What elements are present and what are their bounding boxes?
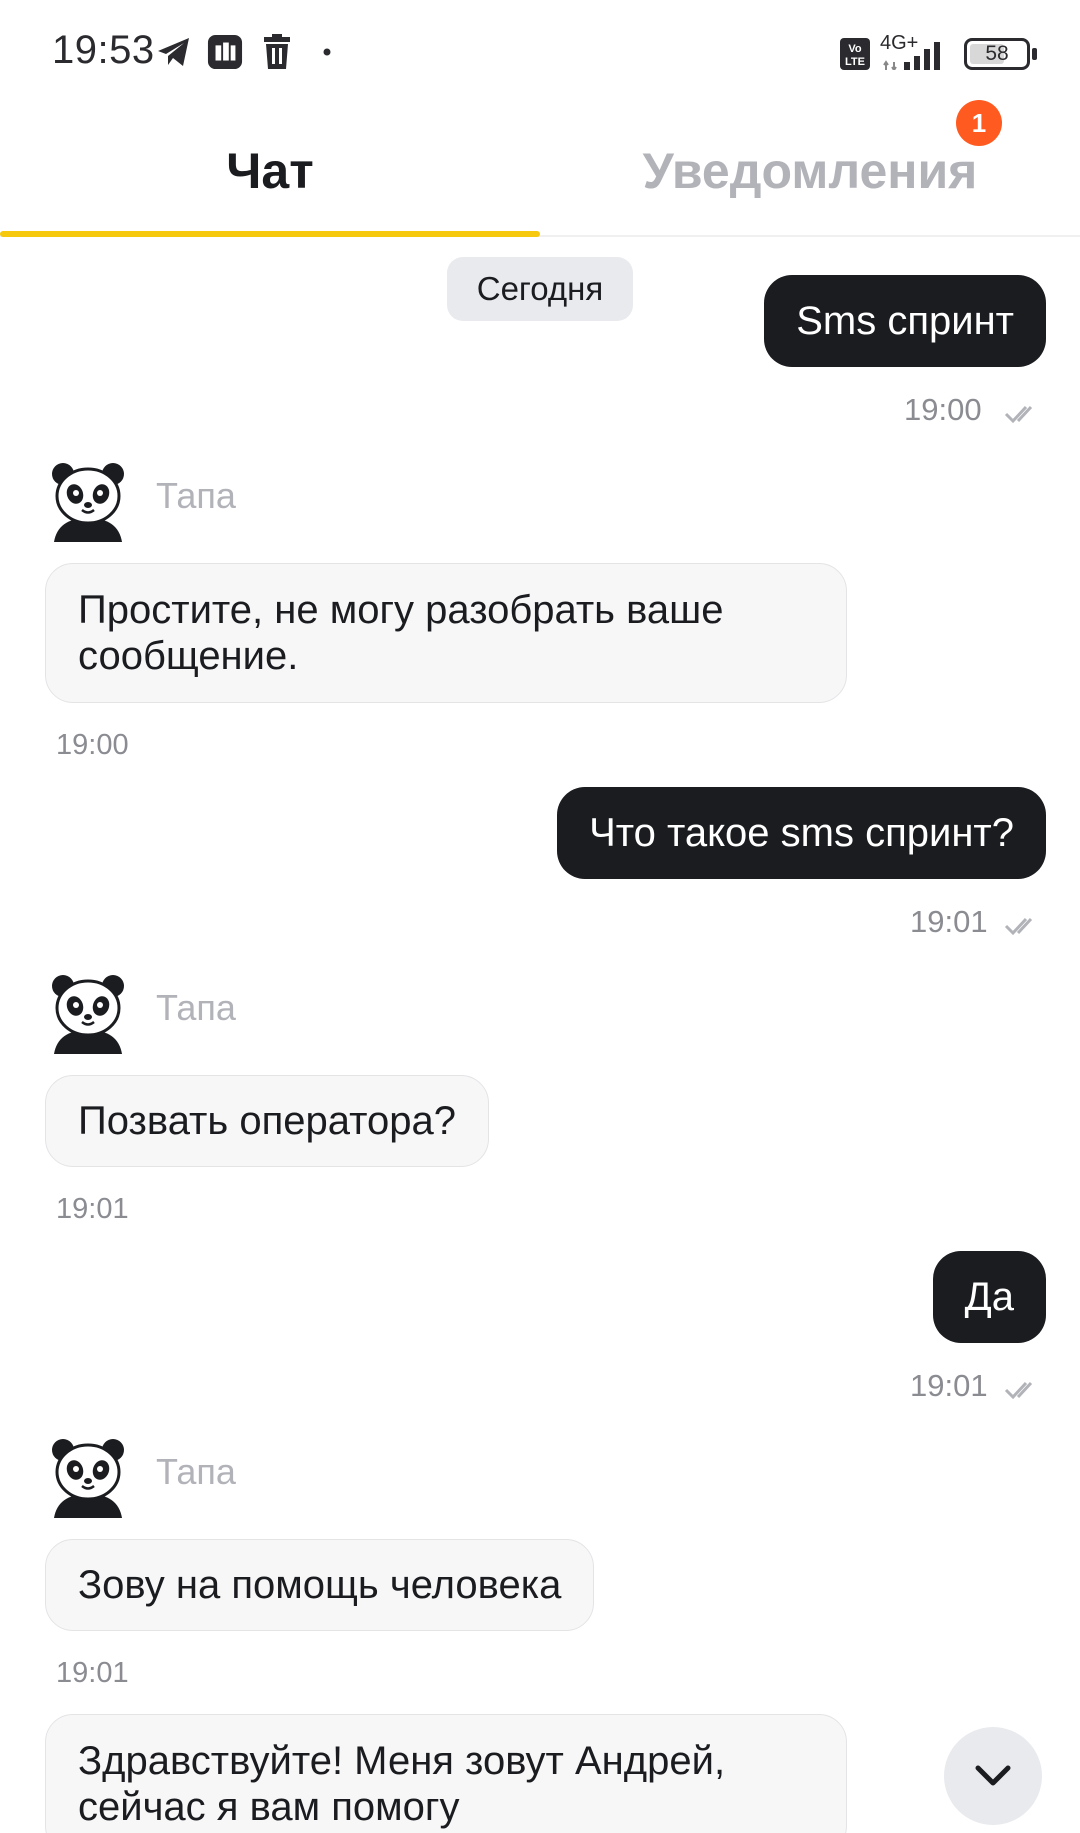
message-text: Да	[964, 1274, 1014, 1319]
date-separator: Сегодня	[447, 257, 633, 321]
status-time: 19:53	[52, 28, 155, 72]
tab-notifications-label: Уведомления	[642, 143, 978, 199]
message-time: 19:00	[904, 392, 982, 427]
tab-bar: Чат Уведомления	[0, 105, 1080, 237]
message-text: Sms спринт	[796, 298, 1014, 343]
dot-icon	[323, 48, 331, 56]
message-time: 19:01	[56, 1657, 129, 1689]
telegram-icon	[158, 38, 189, 66]
tab-chat-label: Чат	[226, 143, 314, 199]
incoming-message[interactable]: Зову на помощь человека	[45, 1539, 595, 1631]
notifications-badge: 1	[956, 100, 1002, 146]
double-check-icon	[1004, 917, 1033, 936]
outgoing-message[interactable]: Что такое sms спринт?	[557, 787, 1046, 879]
message-text: Что такое sms спринт?	[589, 810, 1014, 855]
incoming-message[interactable]: Простите, не могу разобрать ваше сообщен…	[45, 563, 847, 703]
battery-icon: 58	[964, 38, 1030, 70]
chevron-down-icon	[975, 1765, 1011, 1786]
message-time: 19:01	[56, 1193, 129, 1225]
active-tab-indicator	[0, 231, 540, 237]
panda-avatar-icon	[52, 463, 124, 542]
status-bar: 19:53 Vo LTE 4G+ 58	[0, 0, 1080, 105]
scroll-to-bottom-button[interactable]	[944, 1727, 1042, 1825]
volte-icon: Vo LTE	[840, 38, 870, 70]
signal-icon	[883, 42, 940, 70]
message-text: Простите, не могу разобрать ваше сообщен…	[78, 588, 724, 678]
double-check-icon	[1004, 1381, 1033, 1400]
battery-level: 58	[985, 42, 1009, 65]
message-text: Здравствуйте! Меня зовут Андрей, сейчас …	[78, 1739, 726, 1829]
svg-text:LTE: LTE	[845, 56, 865, 68]
message-text: Позвать оператора?	[78, 1099, 456, 1143]
outgoing-message[interactable]: Да	[932, 1251, 1046, 1343]
message-time: 19:01	[910, 1368, 988, 1403]
panda-avatar-icon	[52, 1439, 124, 1518]
double-check-icon	[1004, 405, 1033, 424]
incoming-message[interactable]: Позвать оператора?	[45, 1075, 489, 1167]
app-icon	[207, 34, 243, 70]
sender-name: Тапа	[156, 475, 236, 516]
message-time: 19:00	[56, 729, 129, 761]
incoming-message[interactable]: Здравствуйте! Меня зовут Андрей, сейчас …	[45, 1714, 847, 1833]
battery-tip	[1032, 48, 1037, 60]
sender-name: Тапа	[156, 1451, 236, 1492]
message-time: 19:01	[910, 904, 988, 939]
outgoing-message[interactable]: Sms спринт	[764, 275, 1046, 367]
message-text: Зову на помощь человека	[78, 1563, 562, 1607]
panda-avatar-icon	[52, 975, 124, 1054]
tab-chat[interactable]: Чат	[0, 105, 540, 237]
svg-text:Vo: Vo	[848, 43, 862, 55]
sender-name: Тапа	[156, 987, 236, 1028]
trash-icon	[264, 34, 290, 69]
